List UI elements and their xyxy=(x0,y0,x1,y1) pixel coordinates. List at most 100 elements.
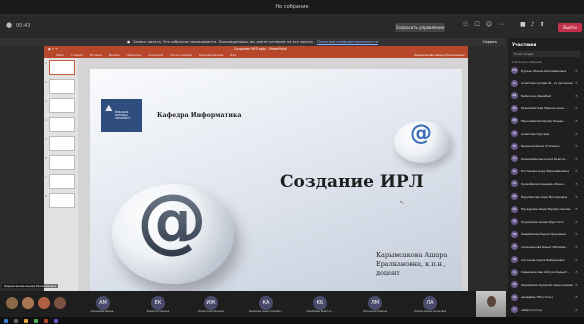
thumbnail-number: 7 xyxy=(45,175,47,179)
participant-row[interactable]: ОК Оминбеков Куралай Сериккалиев ✕ xyxy=(511,280,582,289)
participant-row[interactable]: ЕУ Бримина Белек Утепович ✕ xyxy=(511,142,582,151)
participant-name: Байкожин Дамибай xyxy=(521,93,551,98)
participants-icon[interactable]: ⚇ xyxy=(463,21,468,28)
os-taskbar xyxy=(0,317,584,324)
recording-notice: ● Запись начата. Это собрание записывает… xyxy=(0,38,505,46)
ribbon-tab[interactable]: Дизайн xyxy=(109,53,120,57)
self-video-person xyxy=(487,296,496,307)
participant-row[interactable]: СА Садыкакасова Айгуль Кадырт... ✕ xyxy=(511,268,582,277)
powerpoint-icon[interactable] xyxy=(44,318,48,323)
ribbon-tab[interactable]: Рецензирование xyxy=(199,53,223,57)
participant-row[interactable]: КА Кузекбеков Анширан Жани... ✕ xyxy=(511,179,582,188)
start-icon[interactable] xyxy=(4,318,8,323)
current-slide[interactable]: ⛰ EURASIAN NATIONAL UNIVERSITY Кафедра И… xyxy=(90,69,462,292)
avatar: ММ xyxy=(511,117,518,125)
participant-photo-icon[interactable] xyxy=(38,297,50,309)
participant-photo-icon[interactable] xyxy=(6,297,18,309)
video-tile[interactable]: ИЖ Исмагулова Жанара xyxy=(186,293,236,315)
slide-thumbnail[interactable] xyxy=(49,117,75,132)
participant-name: сайфи (гость) xyxy=(521,307,543,312)
browser-icon[interactable] xyxy=(34,318,38,323)
folder-icon[interactable] xyxy=(24,318,28,323)
slide-thumbnail[interactable] xyxy=(49,193,75,208)
participant-row[interactable]: ЕМ Еремимбетова Марина Асан... ✕ xyxy=(511,104,582,113)
slide-thumbnail[interactable] xyxy=(49,174,75,189)
mic-muted-icon: ✕ xyxy=(575,118,578,123)
participant-row[interactable]: НА Нурдилова Асема Мурстата ✕ xyxy=(511,217,582,226)
video-tile[interactable]: КА Каримова Анара Оразбек... xyxy=(241,293,291,315)
participant-row[interactable]: БД Байкожин Дамибай ✕ xyxy=(511,91,582,100)
ribbon-tab[interactable]: Файл xyxy=(56,53,64,57)
participant-row[interactable]: КА Кармамбекова Азиза Бракта... ✕ xyxy=(511,154,582,163)
ribbon-tab[interactable]: Вид xyxy=(230,53,236,57)
quick-access-icons[interactable]: ▣ ↶ ↷ xyxy=(48,47,58,51)
participant-row[interactable]: МА Мусаурова Айым Жумарстанова ✕ xyxy=(511,205,582,214)
slide-thumbnail[interactable] xyxy=(49,98,75,113)
slide-editing-area: ⛰ EURASIAN NATIONAL UNIVERSITY Кафедра И… xyxy=(78,58,468,294)
avatar: ЛМ xyxy=(368,296,382,310)
participant-row[interactable]: ОБ Омарбекова Бурия Орысевна ✕ xyxy=(511,230,582,239)
self-camera-tile[interactable] xyxy=(476,291,506,317)
participant-row[interactable]: ММ Мангыбекова Мулар Кашар... ✕ xyxy=(511,116,582,125)
participant-photo-icon[interactable] xyxy=(54,297,66,309)
participant-row[interactable]: МА Мурубекова Аида Мухтаровна ✕ xyxy=(511,192,582,201)
video-tile[interactable]: ЛА Лубова Айжан Арсеновна xyxy=(405,293,455,315)
ribbon-tab[interactable]: Показ слайдов xyxy=(170,53,192,57)
author-credentials: Ералкановна, к.п.н., доцент xyxy=(376,260,447,277)
presenter-label: Карымсакова Ашара Ералкановна xyxy=(2,284,59,288)
slide-thumbnail[interactable] xyxy=(49,136,75,151)
video-tile[interactable]: ЕК Ерекен Кужарина xyxy=(133,293,183,315)
more-options-icon[interactable]: ⋯ xyxy=(498,21,504,28)
participant-photo-icon[interactable] xyxy=(22,297,34,309)
reactions-icon[interactable]: ☺ xyxy=(486,21,492,28)
participant-name: Мангыбекова Мулар Кашар... xyxy=(521,118,566,123)
avatar: АК xyxy=(511,293,518,301)
tile-name: Лукпанова Мадина xyxy=(362,310,388,313)
chat-icon[interactable]: ☐ xyxy=(474,21,479,28)
avatar: ЕМ xyxy=(511,104,518,112)
participant-row[interactable]: АК ахмадбек НФ (гость) ✕ xyxy=(511,293,582,302)
camera-icon[interactable]: ■ xyxy=(520,21,526,28)
slide-thumbnail[interactable] xyxy=(49,155,75,170)
leave-button[interactable]: Выйти xyxy=(558,23,582,32)
ribbon-tab[interactable]: Вставка xyxy=(90,53,102,57)
avatar: МА xyxy=(511,193,518,200)
video-tile[interactable]: АМ Ахмадиева Мырза... xyxy=(78,293,128,315)
video-tile[interactable]: КБ Карабаева Брайгул... xyxy=(295,293,345,315)
participant-row[interactable]: КА Костенова Анар Жанкабековна ✕ xyxy=(511,167,582,176)
participant-name: Омарбекова Бурия Орысевна xyxy=(521,232,566,237)
hide-notice-button[interactable]: Скрыть xyxy=(483,40,497,44)
privacy-policy-link[interactable]: Политика конфиденциальности xyxy=(317,40,378,44)
slide-department: Кафедра Информатика xyxy=(157,112,242,119)
mic-muted-icon: ✕ xyxy=(575,93,578,98)
avatar: АН xyxy=(511,130,518,137)
author-name: Карымсакова Ашара xyxy=(376,251,448,259)
participant-row[interactable]: СЕ Сагандыкова Бакыт Ибтарбе... ✕ xyxy=(511,242,582,251)
request-control-button[interactable]: Запросить управление xyxy=(395,23,445,32)
teams-icon[interactable] xyxy=(54,318,58,323)
powerpoint-doc-title: Создание ИРЛ.pptx - PowerPoint xyxy=(234,47,287,51)
slide-thumbnail[interactable] xyxy=(49,60,75,75)
participant-row[interactable]: АС Ахметова Сулава Ж.. (в организации) ✕ xyxy=(511,79,582,88)
participant-name: Сатчанов Серик Байрамович xyxy=(521,257,565,262)
thumbnail-number: 3 xyxy=(45,99,47,103)
slide-thumbnail[interactable] xyxy=(49,79,75,94)
small-at-sign-icon: @ xyxy=(410,121,432,146)
ribbon-tab[interactable]: Главная xyxy=(71,53,83,57)
participant-row[interactable]: СБ Сатчанов Серик Байрамович ✕ xyxy=(511,255,582,264)
participant-row[interactable]: АН Ахметова Нурсара ✕ xyxy=(511,129,582,138)
participant-name: Сагандыкова Бакыт Ибтарбе... xyxy=(521,244,569,249)
slide-author: Карымсакова Ашара Ералкановна, к.п.н., д… xyxy=(376,251,462,278)
video-tile[interactable]: ЛМ Лукпанова Мадина xyxy=(350,293,400,315)
search-icon[interactable] xyxy=(14,318,18,323)
share-icon[interactable]: ⬆ xyxy=(540,21,545,28)
ribbon-tab[interactable]: Переходы xyxy=(127,53,142,57)
participant-name: Ахметова Нурсара xyxy=(521,131,550,136)
mic-muted-icon: ✕ xyxy=(575,257,578,262)
mic-icon[interactable]: ♪ xyxy=(531,21,535,28)
participant-search-input[interactable]: Поиск людей xyxy=(512,51,580,57)
participant-row[interactable]: СГ сайфи (гость) ✕ xyxy=(511,305,582,314)
ribbon-tab[interactable]: Анимация xyxy=(148,53,163,57)
participant-row[interactable]: НЖ Нуркен Жанар Бирлибековна ✕ xyxy=(511,66,582,75)
avatar: БД xyxy=(511,92,518,100)
